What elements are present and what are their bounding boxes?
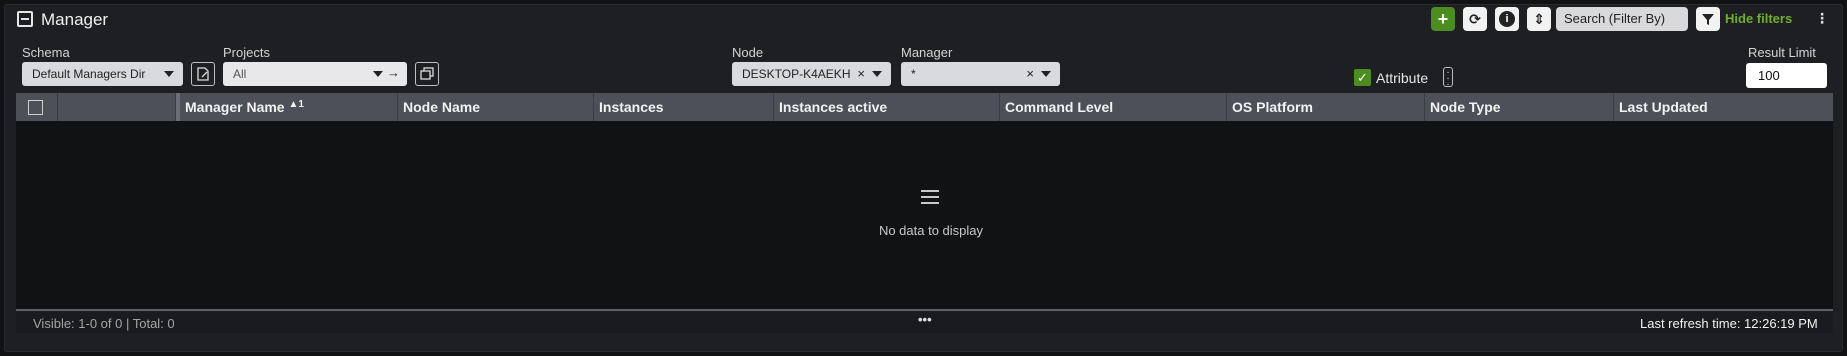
column-command-level[interactable]: Command Level	[1000, 93, 1227, 121]
column-label: Instances active	[779, 99, 888, 115]
last-refresh-time: Last refresh time: 12:26:19 PM	[1640, 316, 1818, 331]
column-instances[interactable]: Instances	[594, 93, 774, 121]
column-last-updated[interactable]: Last Updated	[1614, 93, 1833, 121]
manager-select[interactable]: * ×	[901, 62, 1060, 86]
column-label: Node Type	[1430, 99, 1501, 115]
filter-icon	[1702, 14, 1714, 25]
clear-icon[interactable]: ×	[857, 66, 865, 81]
select-all-cell	[16, 93, 58, 121]
projects-value: All	[233, 67, 247, 81]
column-label: Command Level	[1005, 99, 1114, 115]
select-all-checkbox[interactable]	[28, 100, 43, 115]
column-label: OS Platform	[1232, 99, 1313, 115]
filter-button[interactable]	[1696, 7, 1720, 31]
info-button[interactable]: i	[1495, 7, 1519, 31]
attribute-checkbox[interactable]: ✓	[1354, 69, 1371, 86]
hide-filters-link[interactable]: Hide filters	[1725, 11, 1792, 26]
sort-asc-icon: ▲1	[288, 99, 304, 110]
column-os-platform[interactable]: OS Platform	[1227, 93, 1425, 121]
visible-count: Visible: 1-0 of 0 | Total: 0	[33, 316, 175, 331]
column-label: Instances	[599, 99, 664, 115]
chevron-down-icon	[1041, 71, 1051, 77]
chevron-down-icon	[872, 71, 882, 77]
attribute-options-icon[interactable]: · · ·	[1443, 67, 1453, 90]
manager-value: *	[911, 67, 916, 81]
column-spacer	[58, 93, 176, 121]
projects-select[interactable]: All →	[223, 62, 407, 86]
schema-value: Default Managers Dir	[32, 67, 146, 81]
result-limit-input[interactable]: 100	[1746, 63, 1827, 88]
data-grid: Manager Name ▲1 Node Name Instances Inst…	[16, 93, 1833, 310]
sort-icon: ⇕	[1533, 10, 1545, 27]
copy-icon	[420, 67, 434, 80]
refresh-button[interactable]: ⟳	[1463, 7, 1487, 31]
collapse-icon[interactable]	[17, 11, 33, 27]
refresh-icon: ⟳	[1469, 10, 1481, 27]
arrow-right-icon[interactable]: →	[387, 65, 400, 80]
info-icon: i	[1499, 11, 1515, 27]
attribute-label: Attribute	[1376, 70, 1429, 86]
column-node-type[interactable]: Node Type	[1425, 93, 1614, 121]
edit-schema-button[interactable]	[191, 62, 215, 86]
edit-document-icon	[197, 67, 209, 81]
plus-icon: +	[1437, 8, 1449, 29]
chevron-down-icon	[373, 71, 383, 77]
add-button[interactable]: +	[1431, 7, 1455, 31]
node-label: Node	[732, 45, 764, 60]
node-value: DESKTOP-K4AEKH	[742, 67, 850, 81]
clear-icon[interactable]: ×	[1026, 66, 1034, 81]
column-node-name[interactable]: Node Name	[398, 93, 594, 121]
projects-label: Projects	[223, 45, 270, 60]
chevron-down-icon	[164, 71, 174, 77]
empty-message: No data to display	[878, 223, 984, 238]
column-instances-active[interactable]: Instances active	[774, 93, 1000, 121]
result-limit-label: Result Limit	[1748, 45, 1816, 60]
list-icon	[921, 190, 939, 208]
schema-select[interactable]: Default Managers Dir	[22, 62, 183, 86]
footer-more-icon[interactable]: •••	[918, 312, 932, 327]
node-select[interactable]: DESKTOP-K4AEKH ×	[732, 62, 891, 86]
column-label: Node Name	[403, 99, 481, 115]
column-label: Last Updated	[1619, 99, 1708, 115]
projects-copy-button[interactable]	[415, 62, 439, 86]
column-manager-name[interactable]: Manager Name ▲1	[176, 93, 398, 121]
sort-toggle-button[interactable]: ⇕	[1527, 7, 1551, 31]
search-input[interactable]: Search (Filter By)	[1556, 7, 1688, 31]
column-label: Manager Name	[185, 99, 285, 115]
manager-label: Manager	[901, 45, 953, 60]
more-options-icon[interactable]: ⋮	[1815, 11, 1829, 25]
check-icon: ✓	[1357, 69, 1368, 85]
grid-header: Manager Name ▲1 Node Name Instances Inst…	[16, 93, 1833, 121]
panel-title: Manager	[41, 10, 109, 29]
schema-label: Schema	[22, 45, 70, 60]
